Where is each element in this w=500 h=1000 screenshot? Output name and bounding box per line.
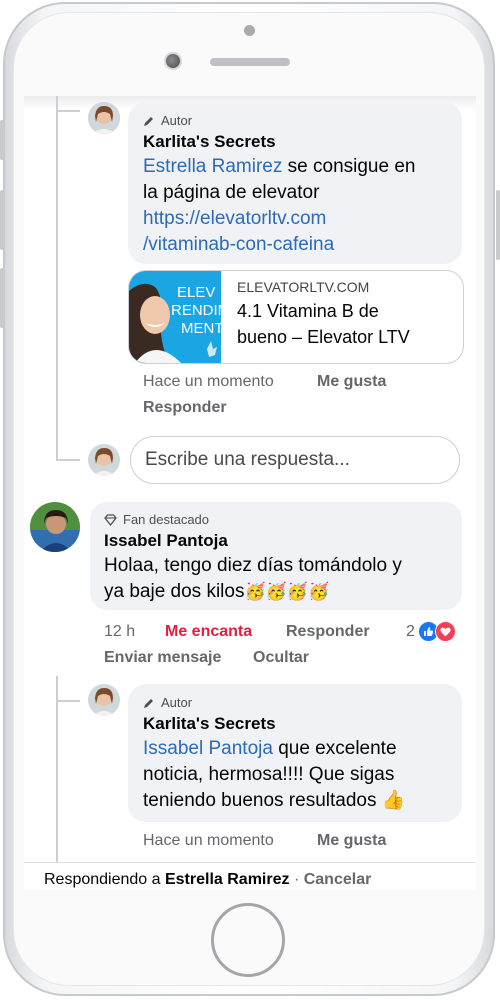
avatar[interactable] bbox=[88, 444, 120, 476]
home-button[interactable] bbox=[211, 903, 285, 977]
avatar-photo bbox=[88, 684, 120, 716]
reply-button[interactable]: Responder bbox=[286, 623, 370, 641]
love-reaction-button[interactable]: Me encanta bbox=[165, 623, 252, 641]
reaction-summary[interactable]: 2 bbox=[406, 621, 456, 642]
side-button-left bbox=[0, 268, 4, 328]
link-domain: ELEVATORLTV.COM bbox=[237, 279, 370, 295]
comment-text: que excelente bbox=[272, 738, 397, 759]
comment-text-line: noticia, hermosa!!!! Que sigas bbox=[143, 764, 395, 785]
side-button-left bbox=[0, 120, 4, 160]
author-badge: Autor bbox=[143, 695, 192, 710]
url-link[interactable]: https://elevatorltv.com bbox=[143, 206, 326, 232]
like-button[interactable]: Me gusta bbox=[317, 832, 386, 850]
thumb-text: RENDIM bbox=[171, 302, 221, 319]
thumbs-up-emoji-icon: 👍 bbox=[381, 790, 406, 811]
avatar-photo bbox=[88, 444, 120, 476]
thread-line-branch bbox=[56, 110, 80, 112]
pencil-icon bbox=[144, 116, 153, 126]
comment-text-line: Estrella Ramirez se consigue en bbox=[143, 154, 415, 180]
author-badge: Autor bbox=[143, 113, 192, 128]
comment-text-line: Holaa, tengo diez días tomándolo y bbox=[104, 555, 402, 576]
url-link[interactable]: /vitaminab-con-cafeina bbox=[143, 232, 334, 258]
thread-line bbox=[56, 96, 58, 461]
side-button-left bbox=[0, 190, 4, 250]
avatar[interactable] bbox=[88, 684, 120, 716]
comment-author[interactable]: Karlita's Secrets bbox=[143, 714, 276, 734]
comment-author[interactable]: Karlita's Secrets bbox=[143, 132, 276, 152]
fan-badge: Fan destacado bbox=[104, 512, 209, 527]
front-camera bbox=[164, 52, 182, 70]
thread-line bbox=[56, 676, 58, 862]
pencil-icon bbox=[144, 698, 153, 708]
thumb-text: MENT bbox=[181, 320, 221, 337]
avatar[interactable] bbox=[88, 102, 120, 134]
replying-prefix: Respondiendo a bbox=[44, 871, 165, 888]
comments-screen: Autor Karlita's Secrets Estrella Ramirez… bbox=[24, 96, 476, 890]
proximity-sensor bbox=[244, 25, 255, 36]
comment-timestamp: Hace un momento bbox=[143, 832, 274, 849]
link-thumbnail: ELEV RENDIM MENT bbox=[129, 271, 221, 363]
mention-link[interactable]: Estrella Ramirez bbox=[143, 156, 282, 177]
comment-text-line: teniendo buenos resultados 👍 bbox=[143, 788, 405, 814]
avatar[interactable] bbox=[30, 502, 80, 552]
diamond-icon bbox=[104, 513, 117, 526]
link-title: 4.1 Vitamina B de bbox=[237, 301, 379, 321]
thread-line-branch bbox=[56, 459, 80, 461]
separator: · bbox=[289, 871, 304, 888]
comment-text-line: la página de elevator bbox=[143, 182, 320, 203]
reply-input[interactable] bbox=[130, 436, 460, 484]
comment-timestamp: 12 h bbox=[104, 623, 136, 640]
side-button-right bbox=[496, 190, 500, 260]
comment-text-line: Issabel Pantoja que excelente bbox=[143, 736, 397, 762]
link-title: bueno – Elevator LTV bbox=[237, 327, 410, 347]
avatar-photo bbox=[30, 502, 80, 552]
comment-text: se consigue en bbox=[282, 156, 416, 177]
party-emoji-icon: 🥳🥳🥳🥳 bbox=[244, 582, 330, 601]
heart-icon bbox=[434, 621, 456, 642]
reply-button[interactable]: Responder bbox=[143, 399, 227, 417]
cancel-button[interactable]: Cancelar bbox=[304, 871, 372, 889]
thumb-text: ELEV bbox=[177, 284, 215, 301]
like-button[interactable]: Me gusta bbox=[317, 373, 386, 391]
thumbnail-image: ELEV RENDIM MENT bbox=[129, 271, 221, 363]
badge-label: Autor bbox=[161, 113, 193, 128]
badge-label: Fan destacado bbox=[123, 512, 210, 527]
comment-text: teniendo buenos resultados bbox=[143, 790, 377, 811]
earpiece-speaker bbox=[210, 58, 290, 66]
comment-author[interactable]: Issabel Pantoja bbox=[104, 531, 228, 551]
hide-button[interactable]: Ocultar bbox=[253, 649, 309, 667]
replying-to-name[interactable]: Estrella Ramirez bbox=[165, 871, 290, 889]
replying-to-bar: Respondiendo a Estrella Ramirez · Cancel… bbox=[24, 862, 476, 890]
mention-link[interactable]: Issabel Pantoja bbox=[143, 738, 273, 759]
comment-text: ya baje dos kilos bbox=[104, 581, 245, 602]
comment-timestamp: Hace un momento bbox=[143, 373, 274, 390]
link-preview-card[interactable]: ELEV RENDIM MENT ELEVATORLTV.COM 4.1 Vit… bbox=[128, 270, 464, 364]
thread-line-branch bbox=[56, 700, 80, 702]
avatar-photo bbox=[88, 102, 120, 134]
badge-label: Autor bbox=[161, 695, 193, 710]
comment-text-line: ya baje dos kilos🥳🥳🥳🥳 bbox=[104, 579, 329, 605]
reaction-count: 2 bbox=[406, 622, 415, 640]
send-message-button[interactable]: Enviar mensaje bbox=[104, 649, 221, 667]
